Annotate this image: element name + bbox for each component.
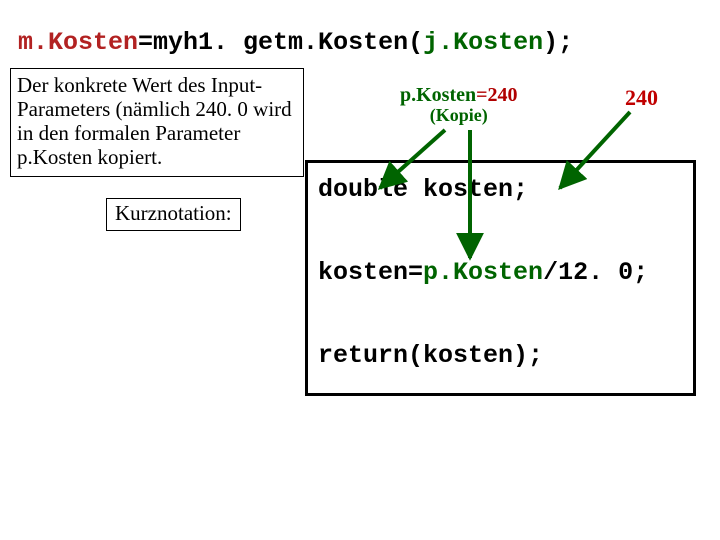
value-240: 240 — [625, 85, 658, 111]
lhs-variable: m.Kosten — [18, 28, 138, 57]
pkosten-sub: (Kopie) — [400, 106, 518, 125]
explanation-box: Der konkrete Wert des Input-Parameters (… — [10, 68, 304, 177]
code-text-1: =myh1. getm.Kosten( — [138, 28, 423, 57]
code-text-2: ); — [543, 28, 573, 57]
short-notation-box: Kurznotation: — [106, 198, 241, 231]
explanation-text: Der konkrete Wert des Input-Parameters (… — [17, 73, 292, 169]
code-line-2: kosten=p.Kosten/12. 0; — [318, 258, 648, 287]
pkosten-name: p.Kosten — [400, 84, 476, 106]
code-l2-a: kosten= — [318, 258, 423, 287]
code-line-1: double kosten; — [318, 175, 528, 204]
short-notation-label: Kurznotation: — [115, 201, 232, 225]
assignment-code-line: m.Kosten=myh1. getm.Kosten(j.Kosten); — [18, 28, 573, 57]
pkosten-value: =240 — [476, 84, 517, 106]
pkosten-label: p.Kosten=240 (Kopie) — [400, 85, 518, 125]
code-l2-pkosten: p.Kosten — [423, 258, 543, 287]
code-l2-c: /12. 0; — [543, 258, 648, 287]
method-body-box: double kosten; kosten=p.Kosten/12. 0; re… — [305, 160, 696, 396]
value-240-text: 240 — [625, 85, 658, 110]
code-line-3: return(kosten); — [318, 341, 543, 370]
argument-variable: j.Kosten — [423, 28, 543, 57]
